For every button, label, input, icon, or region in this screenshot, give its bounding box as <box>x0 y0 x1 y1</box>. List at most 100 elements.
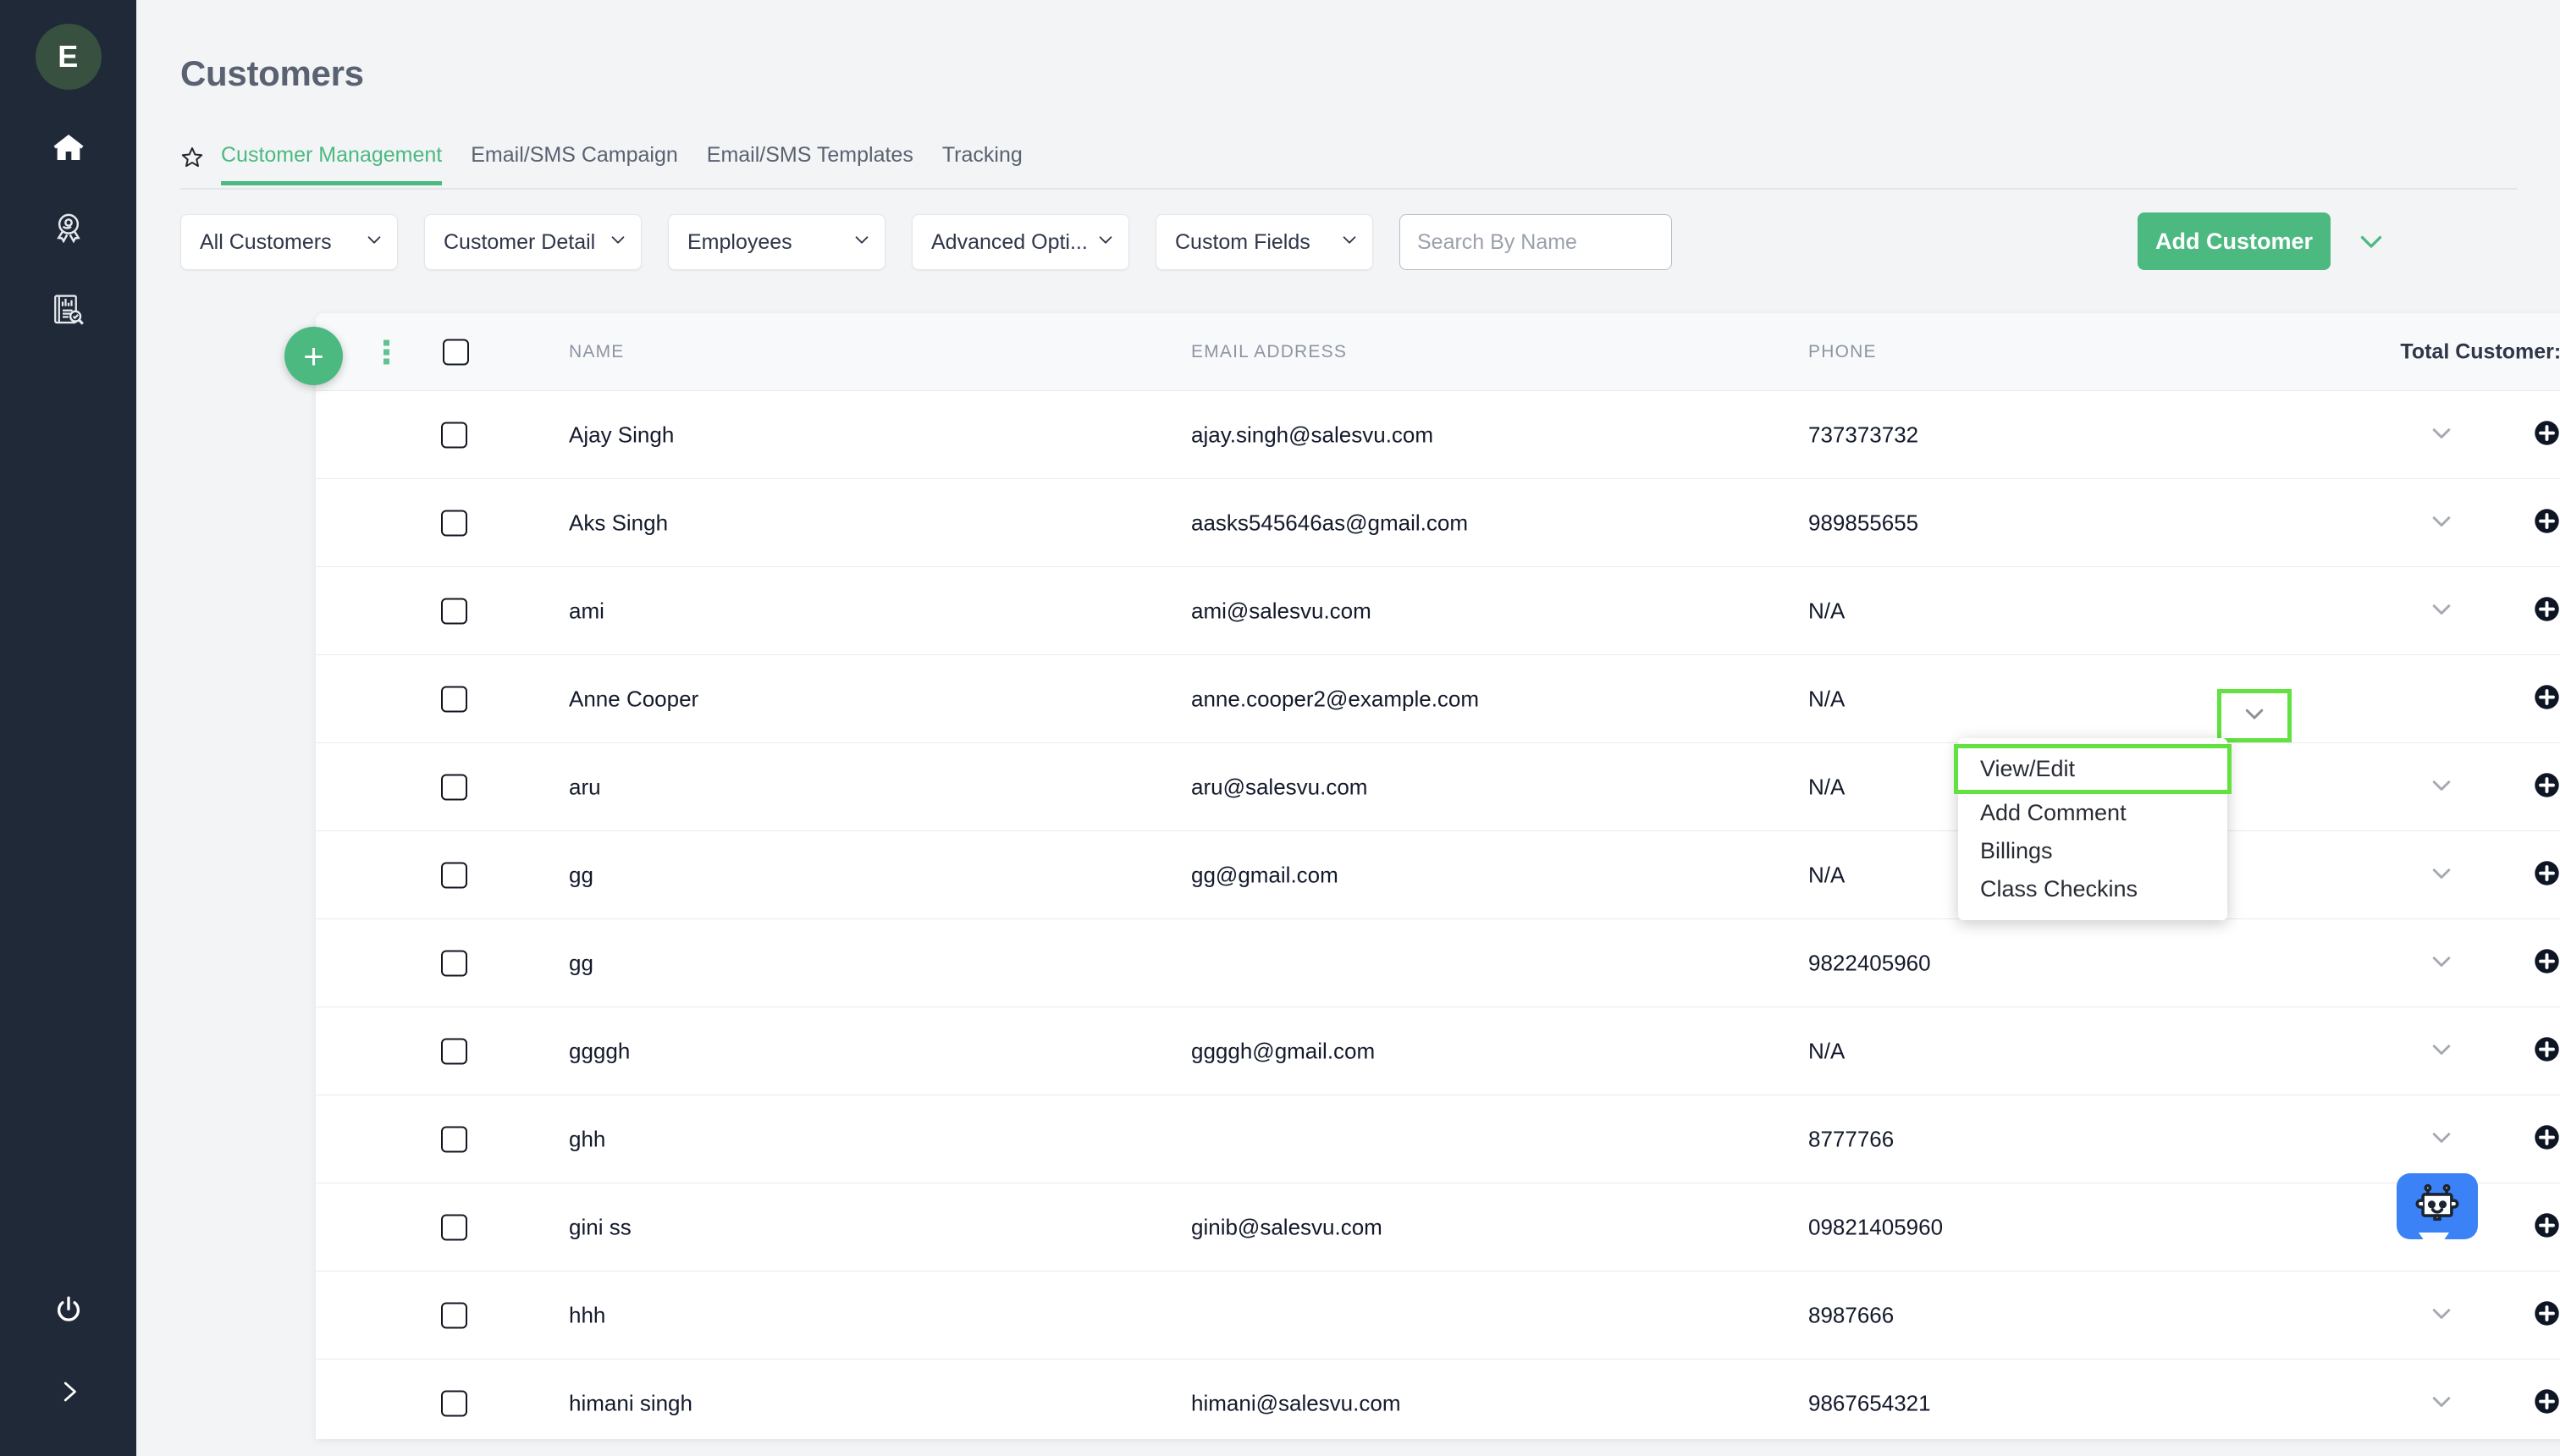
cell-phone: 737373732 <box>1808 422 1919 447</box>
cell-name: gg <box>569 950 593 975</box>
menu-item-view-edit[interactable]: View/Edit <box>1954 744 2232 794</box>
cell-phone: N/A <box>1808 862 1846 887</box>
menu-item-add-comment[interactable]: Add Comment <box>1958 794 2227 832</box>
table-row[interactable]: gg 9822405960 <box>316 919 2560 1007</box>
row-checkbox[interactable] <box>441 774 467 800</box>
table-row[interactable]: Ajay Singh ajay.singh@salesvu.com 73737373… <box>316 391 2560 479</box>
cell-name: gg <box>569 862 593 887</box>
sidebar-item-home[interactable] <box>0 107 136 188</box>
table-row[interactable]: ghh 8777766 <box>316 1095 2560 1183</box>
row-actions-chevron-icon[interactable] <box>2429 1036 2454 1066</box>
menu-item-billings[interactable]: Billings <box>1958 832 2227 870</box>
row-add-icon[interactable] <box>2534 596 2560 626</box>
row-checkbox[interactable] <box>441 1038 467 1064</box>
row-checkbox[interactable] <box>441 422 467 448</box>
tab-email-sms-templates[interactable]: Email/SMS Templates <box>707 143 913 185</box>
plus-icon: + <box>303 335 324 376</box>
row-add-icon[interactable] <box>2534 1124 2560 1155</box>
row-actions-chevron-icon[interactable] <box>2429 508 2454 538</box>
menu-item-class-checkins[interactable]: Class Checkins <box>1958 870 2227 908</box>
filter-advanced-options[interactable]: Advanced Opti... <box>912 214 1129 270</box>
tab-tracking[interactable]: Tracking <box>942 143 1023 185</box>
tab-customer-management[interactable]: Customer Management <box>221 143 443 185</box>
cell-name: aru <box>569 774 601 799</box>
cell-phone: N/A <box>1808 686 1846 711</box>
chatbot-widget[interactable] <box>2397 1173 2478 1255</box>
row-add-icon[interactable] <box>2534 508 2560 538</box>
table-row[interactable]: gini ss ginib@salesvu.com 09821405960 <box>316 1183 2560 1271</box>
cell-name: ami <box>569 598 604 623</box>
filter-bar: All Customers Customer Detail Employees … <box>180 212 2517 270</box>
row-add-icon[interactable] <box>2534 684 2560 714</box>
add-row-fab-button[interactable]: + <box>284 327 343 385</box>
row-actions-chevron-icon[interactable] <box>2429 860 2454 890</box>
row-checkbox[interactable] <box>441 598 467 624</box>
row-add-icon[interactable] <box>2534 1300 2560 1331</box>
row-actions-dropdown-menu: View/Edit Add Comment Billings Class Checki… <box>1954 738 2232 920</box>
sidebar-bottom-nav <box>0 1270 136 1456</box>
row-add-icon[interactable] <box>2534 1036 2560 1067</box>
sidebar-item-customers[interactable] <box>0 188 136 269</box>
favorite-star-icon[interactable] <box>180 146 204 174</box>
row-actions-chevron-icon[interactable] <box>2429 948 2454 978</box>
filter-all-customers[interactable]: All Customers <box>180 214 398 270</box>
row-add-icon[interactable] <box>2534 1388 2560 1419</box>
filter-custom-fields-label: Custom Fields <box>1175 229 1310 254</box>
table-row[interactable]: hhh 8987666 <box>316 1271 2560 1359</box>
row-checkbox[interactable] <box>441 686 467 712</box>
row-add-icon[interactable] <box>2534 948 2560 979</box>
report-search-icon <box>51 292 86 328</box>
row-actions-chevron-icon[interactable] <box>2429 596 2454 626</box>
sidebar-expand-toggle[interactable] <box>0 1351 136 1432</box>
row-actions-chevron-highlighted[interactable] <box>2217 689 2292 742</box>
sidebar-item-reports[interactable] <box>0 269 136 350</box>
cell-email: aasks545646as@gmail.com <box>1191 510 1469 535</box>
row-actions-chevron-icon[interactable] <box>2429 420 2454 449</box>
table-row[interactable]: himani singh himani@salesvu.com 9867654321 <box>316 1359 2560 1439</box>
filter-custom-fields[interactable]: Custom Fields <box>1156 214 1373 270</box>
search-input[interactable] <box>1399 214 1672 270</box>
row-add-icon[interactable] <box>2534 420 2560 450</box>
add-customer-button[interactable]: Add Customer <box>2138 212 2331 270</box>
chevron-down-icon <box>2242 701 2267 731</box>
row-add-icon[interactable] <box>2534 860 2560 891</box>
cell-email: gg@gmail.com <box>1191 862 1338 887</box>
add-customer-dropdown-chevron-icon[interactable] <box>2356 226 2386 261</box>
cell-name: himani singh <box>569 1390 692 1415</box>
row-checkbox[interactable] <box>441 1390 467 1416</box>
row-actions-chevron-icon[interactable] <box>2429 1300 2454 1330</box>
filter-advanced-options-label: Advanced Opti... <box>931 229 1088 254</box>
cell-phone: 8987666 <box>1808 1302 1895 1327</box>
column-options-icon[interactable] <box>383 339 389 364</box>
filter-customer-detail[interactable]: Customer Detail <box>424 214 642 270</box>
cell-email: ggggh@gmail.com <box>1191 1038 1376 1063</box>
sidebar-item-power[interactable] <box>0 1270 136 1351</box>
cell-name: Aks Singh <box>569 510 669 535</box>
cell-phone: 989855655 <box>1808 510 1919 535</box>
table-row[interactable]: ggggh ggggh@gmail.com N/A <box>316 1007 2560 1095</box>
row-checkbox[interactable] <box>441 1214 467 1240</box>
row-actions-chevron-icon[interactable] <box>2429 772 2454 802</box>
customers-badge-icon <box>51 211 86 246</box>
robot-icon <box>2415 1183 2459 1222</box>
row-add-icon[interactable] <box>2534 772 2560 802</box>
filter-employees[interactable]: Employees <box>668 214 886 270</box>
row-checkbox[interactable] <box>441 1126 467 1152</box>
avatar[interactable]: E <box>35 24 102 90</box>
cell-phone: N/A <box>1808 598 1846 623</box>
table-row[interactable]: Aks Singh aasks545646as@gmail.com 98985565… <box>316 479 2560 567</box>
row-add-icon[interactable] <box>2534 1212 2560 1243</box>
chevron-right-icon <box>56 1379 81 1404</box>
row-checkbox[interactable] <box>441 862 467 888</box>
column-header-name: NAME <box>569 341 625 361</box>
row-checkbox[interactable] <box>441 950 467 976</box>
table-row[interactable]: ami ami@salesvu.com N/A <box>316 567 2560 655</box>
row-actions-chevron-icon[interactable] <box>2429 1388 2454 1418</box>
cell-phone: 8777766 <box>1808 1126 1895 1151</box>
row-actions-chevron-icon[interactable] <box>2429 1124 2454 1154</box>
tab-email-sms-campaign[interactable]: Email/SMS Campaign <box>471 143 678 185</box>
row-checkbox[interactable] <box>441 510 467 536</box>
cell-name: gini ss <box>569 1214 632 1239</box>
select-all-checkbox[interactable] <box>443 339 469 365</box>
row-checkbox[interactable] <box>441 1302 467 1328</box>
